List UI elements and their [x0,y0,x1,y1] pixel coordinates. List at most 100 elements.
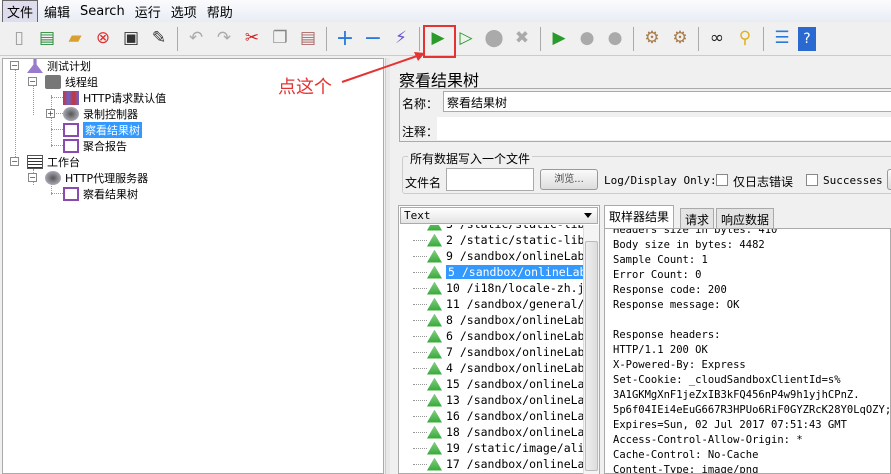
tree-item-label: 察看结果树 [83,188,138,201]
sample-list-item[interactable]: 17 /sandbox/onlineLabs/0 [399,456,583,472]
view-results-tree-panel: 察看结果树 名称： 察看结果树 注释： 所有数据写入一个文件 文件名 浏览...… [390,58,891,474]
clear-icon[interactable]: ⚙ [640,27,664,51]
success-icon [427,425,442,439]
menu-file[interactable]: 文件 [2,0,39,23]
remote-start-icon[interactable]: ▶ [547,27,571,51]
collapse-toggle[interactable]: − [28,77,37,86]
tree-item-label: HTTP代理服务器 [65,172,149,185]
sample-list-pane: Text 3 /static/static-lib/sty 2 /static/s… [398,205,600,474]
menu-options[interactable]: 选项 [167,1,201,22]
comment-input[interactable] [437,117,891,140]
broom-icon[interactable]: ⚲ [733,27,757,51]
tree-connector [413,288,427,289]
configure-button[interactable] [887,169,891,190]
remote-shutdown-icon[interactable]: ● [603,27,627,51]
sample-list-item[interactable]: 16 /sandbox/onlineLabs/0 [399,408,583,424]
templates-icon[interactable]: ▤ [35,27,59,51]
sample-list-item[interactable]: 9 /sandbox/onlineLabs/9b [399,248,583,264]
sample-list-item[interactable]: 5 /sandbox/onlineLabs/91 [399,264,583,280]
copy-icon[interactable]: ❐ [268,27,292,51]
scrollbar-thumb[interactable] [585,241,598,471]
sample-list-item[interactable]: 8 /sandbox/onlineLabs/e4 [399,312,583,328]
toolbar-divider [326,26,327,51]
annotation-text: 点这个 [277,73,333,99]
close-icon[interactable]: ⊗ [91,27,115,51]
menu-help[interactable]: 帮助 [203,1,237,22]
sample-list-item[interactable]: 19 /static/image/aliww.p [399,440,583,456]
sample-list-scrollbar[interactable] [583,225,599,474]
write-to-file-legend: 所有数据写入一个文件 [408,150,533,167]
undo-icon[interactable]: ↶ [184,27,208,51]
redo-icon[interactable]: ↷ [212,27,236,51]
menu-edit[interactable]: 编辑 [40,1,74,22]
tree-item-test-plan[interactable]: 测试计划 [27,58,91,74]
toolbar-divider [177,26,178,51]
save-icon[interactable]: ▣ [119,27,143,51]
tree-item-http-defaults[interactable]: HTTP请求默认值 [63,90,166,106]
sampler-result-text[interactable]: Headers size in bytes: 410 Body size in b… [604,228,891,474]
clear-all-icon[interactable]: ⚙ [668,27,692,51]
sample-list-item[interactable]: 6 /sandbox/onlineLabs/f5 [399,328,583,344]
paste-icon[interactable]: ▤ [296,27,320,51]
menu-bar: 文件 编辑 Search 运行 选项 帮助 [0,0,891,23]
http-defaults-icon [63,91,79,105]
sample-list-item[interactable]: 2 /static/static-lib/ind [399,232,583,248]
sample-label: 6 /sandbox/onlineLabs/f5 [446,329,583,343]
open-icon[interactable]: ▰ [63,27,87,51]
tab-sampler-result[interactable]: 取样器结果 [604,205,675,228]
remote-stop-icon[interactable]: ● [575,27,599,51]
shutdown-icon[interactable]: ✖ [510,27,534,51]
collapse-toggle[interactable]: − [10,61,19,70]
menu-search[interactable]: Search [76,3,129,20]
stop-icon[interactable]: ⬤ [482,27,506,51]
tree-item-thread-group[interactable]: 线程组 [45,74,98,90]
tree-item-http-proxy[interactable]: HTTP代理服务器 [45,170,148,186]
sample-list-item[interactable]: 11 /sandbox/general/news [399,296,583,312]
tree-item-recording-controller[interactable]: 录制控制器 [63,106,138,122]
errors-only-checkbox[interactable] [716,174,728,186]
function-helper-icon[interactable]: ☰ [770,27,794,51]
sample-list-item[interactable]: 13 /sandbox/onlineLabs/9 [399,392,583,408]
name-input[interactable]: 察看结果树 [443,91,891,112]
proxy-icon [45,171,61,185]
start-no-pause-icon[interactable]: ▷ [454,27,478,51]
sample-list-item[interactable]: 10 /i18n/locale-zh.json [399,280,583,296]
new-icon[interactable]: ▯ [7,27,31,51]
result-line: Content-Type: image/png [613,464,759,474]
binoculars-icon[interactable]: ∞ [705,27,729,51]
result-line: Response code: 200 [613,284,727,296]
tab-response-data[interactable]: 响应数据 [716,208,775,228]
menu-run[interactable]: 运行 [131,1,165,22]
tree-connector [413,432,427,433]
successes-checkbox[interactable] [806,174,818,186]
help-icon[interactable]: ? [798,26,816,51]
success-icon [427,297,442,311]
tree-connector [413,448,427,449]
sample-label: 9 /sandbox/onlineLabs/9b [446,249,583,263]
tab-request[interactable]: 请求 [680,208,715,228]
tree-item-aggregate-report[interactable]: 聚合报告 [63,138,127,154]
sample-list-item[interactable]: 4 /sandbox/onlineLabs/97 [399,360,583,376]
cut-icon[interactable]: ✂ [240,27,264,51]
save-as-icon[interactable]: ✎ [147,27,171,51]
collapse-toggle[interactable]: − [10,157,19,166]
tree-item-workbench[interactable]: 工作台 [27,154,80,170]
browse-button[interactable]: 浏览... [540,169,598,190]
tree-item-view-results-tree-2[interactable]: 察看结果树 [63,186,138,202]
filename-input[interactable] [446,168,534,191]
collapse-toggle[interactable]: − [28,173,37,182]
result-line: Sample Count: 1 [613,254,708,266]
tree-item-view-results-tree[interactable]: 察看结果树 [63,122,142,138]
result-line: 3A1GKMgXnF1jeZxIB3kFQ456nP4w9h1yjhCPnZ. [613,389,860,401]
sample-list-item[interactable]: 7 /sandbox/onlineLabs/2d [399,344,583,360]
annotation-arrow [341,52,425,83]
sample-list-item[interactable]: 18 /sandbox/onlineLabs/3 [399,424,583,440]
sample-list-item[interactable]: 3 /static/static-lib/sty [399,225,583,232]
expand-toggle[interactable]: + [46,109,55,118]
renderer-dropdown[interactable]: Text [400,207,598,224]
sample-label: 19 /static/image/aliww.p [446,441,583,455]
sample-list-item[interactable]: 15 /sandbox/onlineLabs/c [399,376,583,392]
result-line: X-Powered-By: Express [613,359,746,371]
thread-group-icon [45,75,61,89]
tree-item-label: 聚合报告 [83,140,127,153]
